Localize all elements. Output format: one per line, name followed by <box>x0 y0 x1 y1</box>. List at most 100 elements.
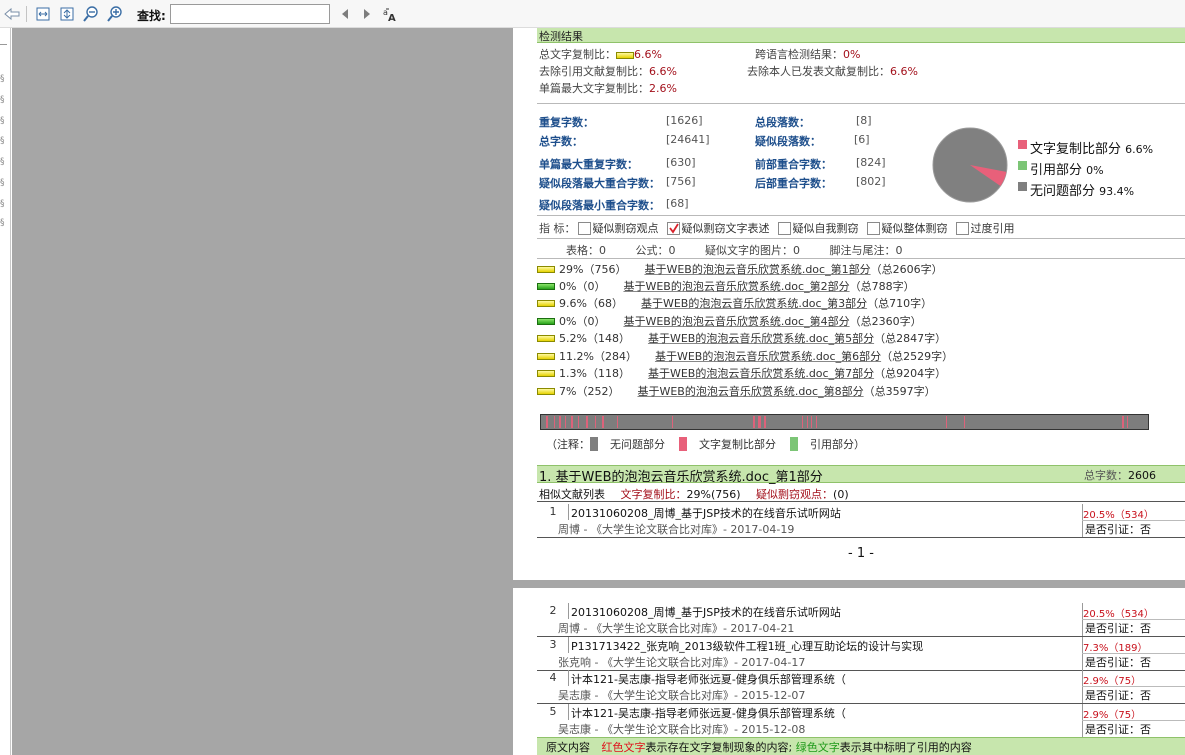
find-previous-icon[interactable] <box>336 5 354 23</box>
part-row[interactable]: 7%（252） 基于WEB的泡泡云音乐欣赏系统.doc_第8部分 （总3597字） <box>537 383 936 399</box>
legend-swatch-cite <box>1018 161 1027 170</box>
nav-mark[interactable]: § <box>0 116 8 126</box>
source-percent: 20.5%（534） <box>1083 609 1154 620</box>
zoom-out-icon[interactable] <box>82 5 100 23</box>
legend-swatch-cite <box>790 437 798 451</box>
source-cite-status: 是否引证：否 <box>1085 622 1151 635</box>
part-row[interactable]: 5.2%（148） 基于WEB的泡泡云音乐欣赏系统.doc_第5部分 （总2847字… <box>537 330 946 346</box>
section-header: 检测结果 <box>537 28 1185 43</box>
part1-title: 1. 基于WEB的泡泡云音乐欣赏系统.doc_第1部分 <box>539 470 823 485</box>
bar-legend-cite: 引用部分 <box>810 438 854 451</box>
legend-none-value: 93.4% <box>1099 185 1135 198</box>
part-link[interactable]: 基于WEB的泡泡云音乐欣赏系统.doc_第7部分 <box>648 365 874 381</box>
source-cite-status: 是否引证：否 <box>1085 689 1151 702</box>
part-row[interactable]: 9.6%（68） 基于WEB的泡泡云音乐欣赏系统.doc_第3部分 （总710字） <box>537 295 932 311</box>
nav-mark[interactable]: § <box>0 157 8 167</box>
checkbox-text-plagiarism[interactable] <box>666 221 680 235</box>
part-link[interactable]: 基于WEB的泡泡云音乐欣赏系统.doc_第5部分 <box>648 330 874 346</box>
part-link[interactable]: 基于WEB的泡泡云音乐欣赏系统.doc_第3部分 <box>641 295 867 311</box>
part-total: （总788字） <box>849 280 915 293</box>
part-link[interactable]: 基于WEB的泡泡云音乐欣赏系统.doc_第1部分 <box>644 261 870 277</box>
part-total: （总3597字） <box>863 385 936 398</box>
source-meta: 周博 - 《大学生论文联合比对库》- 2017-04-19 <box>558 523 795 536</box>
nav-mark[interactable]: § <box>0 178 8 188</box>
dup-chars-value: [1626] <box>666 114 703 127</box>
fit-page-icon[interactable] <box>58 5 76 23</box>
checkbox-view-plagiarism[interactable] <box>577 221 591 235</box>
indicator-label: 疑似剽窃文字表述 <box>681 222 770 235</box>
part-link[interactable]: 基于WEB的泡泡云音乐欣赏系统.doc_第6部分 <box>655 348 881 364</box>
single-max-dup-label: 单篇最大重复字数： <box>539 158 638 171</box>
excl-self-value: 6.6% <box>890 65 918 78</box>
toolbar-separator <box>24 5 28 23</box>
part-link[interactable]: 基于WEB的泡泡云音乐欣赏系统.doc_第4部分 <box>623 313 849 329</box>
front-overlap-value: [824] <box>856 156 886 169</box>
part-total: （总9204字） <box>874 367 947 380</box>
susp-min-value: [68] <box>666 197 689 210</box>
source-title[interactable]: 计本121-吴志康-指导老师张远夏-健身俱乐部管理系统（ <box>571 705 846 721</box>
match-case-icon[interactable]: aA <box>382 5 400 23</box>
checkbox-self-plagiarism[interactable] <box>777 221 791 235</box>
part-ratio-bar <box>537 369 555 377</box>
source-entry[interactable]: 5 计本121-吴志康-指导老师张远夏-健身俱乐部管理系统（ 吴志康 - 《大学… <box>537 704 1185 737</box>
source-entry[interactable]: 2 20131060208_周博_基于JSP技术的在线音乐试听网站 周博 - 《… <box>537 603 1185 636</box>
part1-view-value: (0) <box>833 488 849 501</box>
part-total: （总710字） <box>867 297 933 310</box>
zoom-in-icon[interactable] <box>106 5 124 23</box>
source-title[interactable]: 20131060208_周博_基于JSP技术的在线音乐试听网站 <box>571 604 841 620</box>
legend-copy: 文字复制比部分 6.6% <box>1030 138 1153 157</box>
source-entry[interactable]: 3 P131713422_张克响_2013级软件工程1班_心理互助论坛的设计与实… <box>537 637 1185 670</box>
green-text-desc: 表示其中标明了引用的内容 <box>839 741 972 754</box>
part-row[interactable]: 1.3%（118） 基于WEB的泡泡云音乐欣赏系统.doc_第7部分 （总9204字… <box>537 365 946 381</box>
checkbox-over-citation[interactable] <box>955 221 969 235</box>
checkbox-whole-plagiarism[interactable] <box>866 221 880 235</box>
source-title[interactable]: 20131060208_周博_基于JSP技术的在线音乐试听网站 <box>571 505 841 521</box>
back-overlap-label: 后部重合字数： <box>755 177 832 190</box>
part-link[interactable]: 基于WEB的泡泡云音乐欣赏系统.doc_第8部分 <box>637 383 863 399</box>
bar-legend-none: 无问题部分 <box>610 438 665 451</box>
part-ratio-bar <box>537 387 555 395</box>
nav-mark[interactable]: § <box>0 95 8 105</box>
part1-summary: 相似文献列表 文字复制比：29%(756) 疑似剽窃观点：(0) <box>539 486 849 502</box>
find-next-icon[interactable] <box>358 5 376 23</box>
single-max-label: 单篇最大文字复制比： <box>539 82 649 95</box>
source-entry[interactable]: 4 计本121-吴志康-指导老师张远夏-健身俱乐部管理系统（ 吴志康 - 《大学… <box>537 670 1185 703</box>
part-ratio-bar <box>537 299 555 307</box>
part1-view-label: 疑似剽窃观点： <box>756 488 834 501</box>
source-title[interactable]: P131713422_张克响_2013级软件工程1班_心理互助论坛的设计与实现 <box>571 638 923 654</box>
part-row[interactable]: 0%（0） 基于WEB的泡泡云音乐欣赏系统.doc_第4部分 （总2360字） <box>537 313 922 329</box>
source-meta: 张克响 - 《大学生论文联合比对库》- 2017-04-17 <box>558 656 806 669</box>
part-ratio-bar <box>537 265 555 273</box>
part1-header: 1. 基于WEB的泡泡云音乐欣赏系统.doc_第1部分 总字数：2606 <box>537 465 1185 485</box>
part-row[interactable]: 0%（0） 基于WEB的泡泡云音乐欣赏系统.doc_第2部分 （总788字） <box>537 278 915 294</box>
part-row[interactable]: 11.2%（284） 基于WEB的泡泡云音乐欣赏系统.doc_第6部分 （总2529… <box>537 348 953 364</box>
legend-none: 无问题部分 93.4% <box>1030 180 1134 199</box>
divider <box>537 501 1185 502</box>
nav-mark[interactable]: § <box>0 136 8 146</box>
orig-content-label: 原文内容 <box>546 741 590 754</box>
similar-list-label: 相似文献列表 <box>539 488 605 501</box>
indicator-label: 过度引用 <box>970 222 1015 235</box>
nav-mark[interactable]: § <box>0 199 8 209</box>
distribution-bar[interactable] <box>540 414 1150 432</box>
find-input[interactable] <box>170 4 330 24</box>
divider <box>537 215 1185 216</box>
part-row[interactable]: 29%（756） 基于WEB的泡泡云音乐欣赏系统.doc_第1部分 （总2606字） <box>537 261 943 277</box>
part-link[interactable]: 基于WEB的泡泡云音乐欣赏系统.doc_第2部分 <box>623 278 849 294</box>
dup-chars-label: 重复字数： <box>539 116 594 129</box>
nav-mark[interactable]: § <box>0 74 8 84</box>
legend-swatch-copy <box>1018 140 1027 149</box>
part-ratio-bar <box>537 334 555 342</box>
fit-width-icon[interactable] <box>34 5 52 23</box>
part-total: （总2529字） <box>881 350 954 363</box>
source-entry[interactable]: 1 20131060208_周博_基于JSP技术的在线音乐试听网站 周博 - 《… <box>537 504 1185 537</box>
back-arrow-icon[interactable] <box>3 5 21 23</box>
divider <box>537 258 1185 259</box>
source-title[interactable]: 计本121-吴志康-指导老师张远夏-健身俱乐部管理系统（ <box>571 671 846 687</box>
cross-lang-value: 0% <box>843 48 861 61</box>
thumbnail-strip[interactable]: § § § § § § § § <box>0 28 11 755</box>
nav-mark[interactable]: § <box>0 218 8 228</box>
part-percent: 7%（252） <box>559 385 620 398</box>
source-cite-status: 是否引证：否 <box>1085 723 1151 736</box>
part-percent: 5.2%（148） <box>559 332 630 345</box>
